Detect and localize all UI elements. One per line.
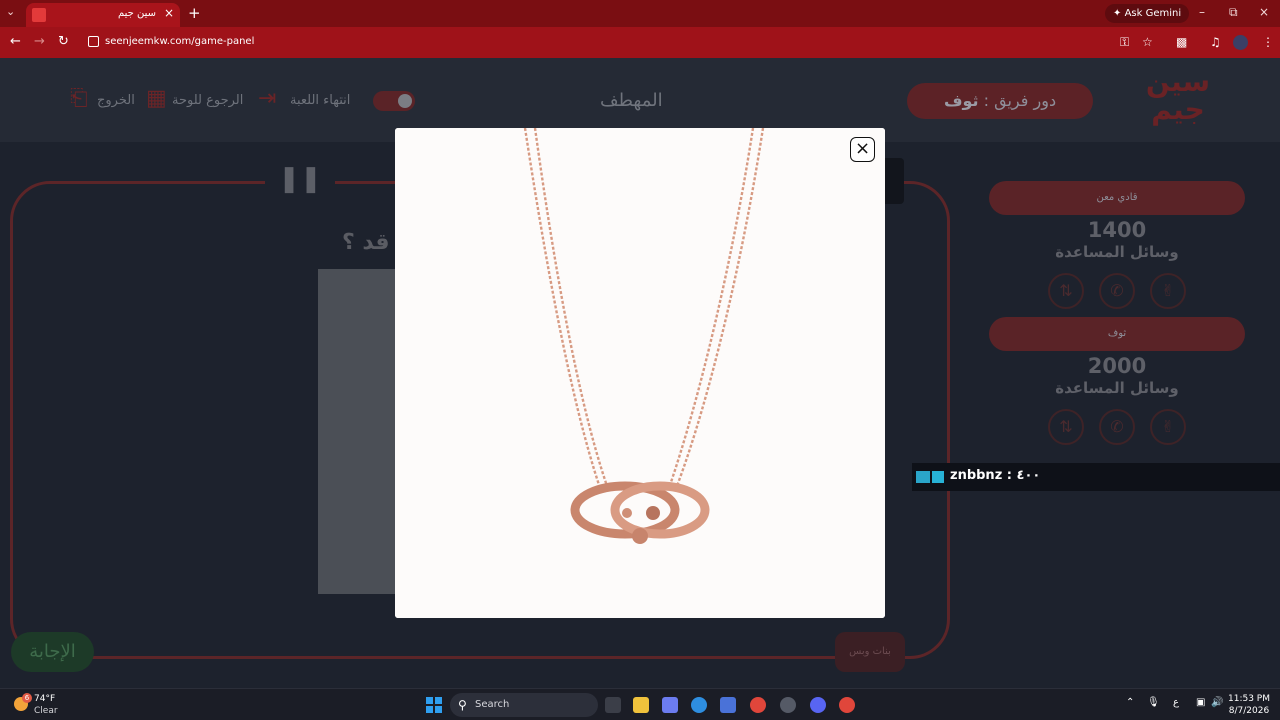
back-icon[interactable]: ← [10, 34, 21, 49]
phone-friend-icon[interactable]: ✆ [1099, 409, 1135, 445]
phone-friend-icon[interactable]: ✆ [1099, 273, 1135, 309]
edge-icon[interactable] [691, 697, 707, 713]
question-text: قد ؟ [342, 230, 390, 255]
store-icon[interactable] [720, 697, 736, 713]
close-window-icon[interactable]: × [1259, 5, 1269, 19]
tab-close-icon[interactable]: × [164, 6, 174, 20]
clock-time: 11:53 PM [1228, 694, 1270, 704]
tab-search-chevron-icon[interactable]: ⌄ [6, 5, 15, 18]
arrow-right-icon: ⇥ [258, 86, 277, 111]
chat-badge-icon [916, 471, 930, 483]
forward-icon[interactable]: → [34, 34, 45, 49]
modal-close-button[interactable]: × [850, 137, 875, 162]
question-image-placeholder[interactable] [318, 269, 398, 594]
url-text: seenjeemkw.com/game-panel [105, 36, 255, 47]
site-info-icon[interactable] [88, 36, 99, 47]
copilot-icon[interactable] [662, 697, 678, 713]
profile-avatar[interactable] [1233, 35, 1248, 50]
search-icon: ⚲ [458, 698, 467, 712]
app-icon[interactable] [780, 697, 796, 713]
reload-icon[interactable]: ↻ [58, 34, 69, 49]
windows-start-icon[interactable] [426, 697, 442, 713]
team-turn-name: ثوف [943, 91, 979, 110]
two-answers-icon[interactable]: ⇅ [1048, 273, 1084, 309]
two-answers-icon[interactable]: ⇅ [1048, 409, 1084, 445]
ask-gemini-label: Ask Gemini [1124, 8, 1182, 19]
minimize-icon[interactable]: – [1199, 5, 1205, 19]
clock[interactable]: 11:53 PM 8/7/2026 [1228, 693, 1270, 717]
microphone-icon[interactable]: 🎙 [1147, 697, 1160, 708]
team-turn-prefix: دور فريق : [978, 91, 1057, 110]
tray-chevron-icon[interactable]: ⌃ [1126, 697, 1134, 708]
toggle-knob [398, 94, 412, 108]
taskbar: 6 74°F Clear ⚲ Search ⌃ 🎙 ع ▣ 🔊 11:53 PM… [0, 688, 1280, 720]
browser-tab-strip: ⌄ سين جيم × + ✦ Ask Gemini – ⧉ × [0, 0, 1280, 27]
team-2-name: ثوف [989, 317, 1245, 351]
peace-hand-icon[interactable]: ✌ [1150, 273, 1186, 309]
answer-button[interactable]: الإجابة [11, 632, 94, 672]
task-view-icon[interactable] [605, 697, 621, 713]
browser-tab[interactable]: سين جيم × [26, 3, 180, 27]
team-turn-badge: دور فريق : ثوف [907, 83, 1093, 119]
menu-kebab-icon[interactable]: ⋮ [1262, 35, 1274, 49]
password-key-icon[interactable]: ⚿ [1120, 35, 1129, 50]
search-label: Search [475, 699, 510, 710]
category-title: المهطف [600, 90, 663, 111]
team-2-help-label: وسائل المساعدة [1055, 379, 1179, 397]
exit-link[interactable]: الخروج [97, 93, 135, 108]
end-game-link[interactable]: انتهاء اللعبة [290, 93, 350, 108]
weather-desc: Clear [34, 706, 58, 716]
restore-icon[interactable]: ⧉ [1229, 5, 1238, 20]
new-tab-button[interactable]: + [188, 4, 201, 22]
peace-hand-icon[interactable]: ✌ [1150, 409, 1186, 445]
grid-icon: ▦ [146, 86, 167, 111]
chrome-icon[interactable] [750, 697, 766, 713]
chat-message: znbbnz : ٤٠٠ [950, 468, 1041, 483]
weather-badge: 6 [22, 693, 32, 703]
chat-emote-icon [932, 471, 944, 483]
chat-overlay: znbbnz : ٤٠٠ [912, 463, 1280, 491]
subteam-button[interactable]: بنات وبس [835, 632, 905, 672]
weather-temp: 74°F [34, 694, 56, 704]
ask-gemini-button[interactable]: ✦ Ask Gemini [1105, 4, 1190, 23]
team-1-help-label: وسائل المساعدة [1055, 243, 1179, 261]
clock-date: 8/7/2026 [1228, 706, 1270, 716]
input-language[interactable]: ع [1173, 697, 1179, 708]
extensions-icon[interactable]: ▩ [1176, 35, 1187, 49]
volume-icon[interactable]: 🔊 [1211, 697, 1223, 708]
site-logo[interactable]: سين جيم [1145, 68, 1211, 128]
network-icon[interactable]: ▣ [1196, 697, 1205, 708]
team-2-score: 2000 [1087, 354, 1147, 378]
team-1-name: قادي معن [989, 181, 1245, 215]
bookmark-star-icon[interactable]: ☆ [1142, 35, 1153, 49]
address-bar: ← → ↻ seenjeemkw.com/game-panel ⚿ ☆ ▩ ♫ … [0, 27, 1280, 58]
site-favicon-icon [32, 8, 46, 22]
tab-title: سين جيم [117, 8, 156, 19]
exit-door-icon: ⎗ [70, 86, 88, 111]
discord-icon[interactable] [810, 697, 826, 713]
timer-toggle[interactable] [373, 91, 415, 111]
back-to-board-link[interactable]: الرجوع للوحة [172, 93, 243, 108]
media-controls-icon[interactable]: ♫ [1210, 35, 1221, 49]
team-1-score: 1400 [1087, 218, 1147, 242]
pause-icon[interactable]: ❚❚ [265, 156, 335, 202]
taskbar-search[interactable]: ⚲ Search [450, 693, 598, 717]
file-explorer-icon[interactable] [633, 697, 649, 713]
url-field[interactable]: seenjeemkw.com/game-panel [80, 31, 1160, 54]
image-modal: × [395, 128, 885, 618]
necklace-image [395, 128, 885, 618]
chrome-active-icon[interactable] [839, 697, 855, 713]
